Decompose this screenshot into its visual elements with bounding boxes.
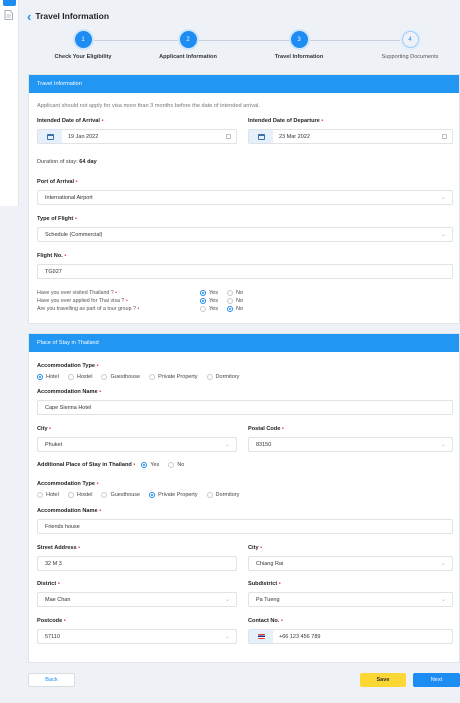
radio-guesthouse[interactable]: Guesthouse bbox=[101, 492, 140, 498]
flight-type-select[interactable]: Schedule (Commercial) ⌄ bbox=[37, 227, 453, 242]
accommodation-type-label-2: Accommodation Type • bbox=[37, 481, 99, 487]
street-address-label: Street Address • bbox=[37, 545, 81, 551]
radio-yes[interactable]: Yes bbox=[200, 290, 218, 296]
district-select[interactable]: Mae Chan ⌄ bbox=[37, 592, 237, 607]
page-title: Travel Information bbox=[35, 11, 110, 21]
radio-no[interactable]: No bbox=[226, 298, 243, 304]
place-of-stay-card: Place of Stay in Thailand Accommodation … bbox=[28, 333, 460, 663]
flight-no-input[interactable]: TG927 bbox=[37, 264, 453, 279]
question-tour-group: Are you travelling as part of a tour gro… bbox=[37, 306, 244, 312]
save-button[interactable]: Save bbox=[360, 673, 406, 687]
duration-of-stay: Duration of stay: 64 day bbox=[37, 159, 97, 165]
city-label-2: City • bbox=[248, 545, 263, 551]
chevron-down-icon: ⌄ bbox=[440, 561, 446, 567]
step-label: Supporting Documents bbox=[381, 54, 439, 60]
contact-no-input[interactable]: +66 123 456 789 bbox=[248, 629, 453, 644]
postcode-select[interactable]: 57110 ⌄ bbox=[37, 629, 237, 644]
chevron-down-icon: ⌄ bbox=[224, 442, 230, 448]
accommodation-type-label: Accommodation Type • bbox=[37, 363, 99, 369]
district-label: District • bbox=[37, 581, 60, 587]
additional-stay-row: Additional Place of Stay in Thailand • Y… bbox=[37, 462, 185, 468]
subdistrict-select[interactable]: Pa Tueng ⌄ bbox=[248, 592, 453, 607]
port-label: Port of Arrival • bbox=[37, 179, 78, 185]
thai-flag-icon[interactable] bbox=[249, 630, 273, 643]
street-address-input[interactable]: 32 M 3 bbox=[37, 556, 237, 571]
question-applied-thai-visa: Have you ever applied for Thai visa ? • … bbox=[37, 298, 244, 304]
step-number: 3 bbox=[290, 31, 308, 48]
left-rail bbox=[0, 0, 19, 206]
postcode-label: Postcode • bbox=[37, 618, 66, 624]
radio-guesthouse[interactable]: Guesthouse bbox=[101, 374, 140, 380]
step-label: Travel Information bbox=[274, 54, 324, 60]
radio-yes[interactable]: Yes bbox=[141, 462, 159, 468]
arrival-label: Intended Date of Arrival • bbox=[37, 118, 104, 124]
step-2: 2 Applicant Information bbox=[133, 31, 243, 60]
city-label: City • bbox=[37, 426, 52, 432]
step-3: 3 Travel Information bbox=[244, 31, 354, 60]
radio-no[interactable]: No bbox=[226, 306, 243, 312]
calendar-icon[interactable] bbox=[38, 130, 62, 143]
section-header: Place of Stay in Thailand bbox=[29, 334, 459, 352]
contact-no-label: Contact No. • bbox=[248, 618, 283, 624]
subdistrict-label: Subdistrict • bbox=[248, 581, 281, 587]
chevron-left-icon[interactable]: ‹ bbox=[27, 10, 31, 23]
accommodation-type-radios-2: Hotel Hostel Guesthouse Private Property… bbox=[37, 492, 248, 498]
radio-hotel[interactable]: Hotel bbox=[37, 374, 59, 380]
document-icon[interactable] bbox=[4, 10, 13, 20]
departure-date-field[interactable]: 23 Mar 2022 bbox=[248, 129, 453, 144]
radio-dormitory[interactable]: Dormitory bbox=[206, 374, 239, 380]
calendar-small-icon bbox=[226, 134, 231, 139]
visa-note: Applicant should not apply for visa more… bbox=[37, 103, 260, 109]
city-select-2[interactable]: Chiang Rai ⌄ bbox=[248, 556, 453, 571]
step-number: 2 bbox=[179, 31, 197, 48]
radio-hostel[interactable]: Hostel bbox=[67, 374, 92, 380]
postal-code-label: Postal Code • bbox=[248, 426, 284, 432]
radio-no[interactable]: No bbox=[226, 290, 243, 296]
calendar-small-icon bbox=[442, 134, 447, 139]
accommodation-name-input-2[interactable]: Friends house bbox=[37, 519, 453, 534]
city-select[interactable]: Phuket ⌄ bbox=[37, 437, 237, 452]
step-4: 4 Supporting Documents bbox=[355, 31, 460, 60]
step-number: 1 bbox=[74, 31, 92, 48]
chevron-down-icon: ⌄ bbox=[440, 195, 446, 201]
chevron-down-icon: ⌄ bbox=[440, 442, 446, 448]
progress-stepper: 1 Check Your Eligibility 2 Applicant Inf… bbox=[28, 31, 459, 63]
port-select[interactable]: International Airport ⌄ bbox=[37, 190, 453, 205]
flight-type-label: Type of Flight • bbox=[37, 216, 77, 222]
radio-hotel[interactable]: Hotel bbox=[37, 492, 59, 498]
radio-yes[interactable]: Yes bbox=[200, 298, 218, 304]
step-1: 1 Check Your Eligibility bbox=[28, 31, 138, 60]
postal-code-select[interactable]: 83150 ⌄ bbox=[248, 437, 453, 452]
radio-dormitory[interactable]: Dormitory bbox=[206, 492, 239, 498]
back-button[interactable]: Back bbox=[28, 673, 75, 687]
next-button[interactable]: Next bbox=[413, 673, 460, 687]
radio-private-property[interactable]: Private Property bbox=[149, 374, 198, 380]
chevron-down-icon: ⌄ bbox=[224, 597, 230, 603]
departure-label: Intended Date of Departure • bbox=[248, 118, 324, 124]
chevron-down-icon: ⌄ bbox=[440, 232, 446, 238]
radio-no[interactable]: No bbox=[168, 462, 184, 468]
page-header: ‹ Travel Information bbox=[27, 8, 109, 24]
step-number: 4 bbox=[401, 31, 419, 48]
accommodation-type-radios: Hotel Hostel Guesthouse Private Property… bbox=[37, 374, 248, 380]
radio-yes[interactable]: Yes bbox=[200, 306, 218, 312]
question-visited-thailand: Have you ever visited Thailand ? • Yes N… bbox=[37, 290, 244, 296]
menu-icon[interactable] bbox=[3, 0, 16, 6]
travel-information-card: Travel Information Applicant should not … bbox=[28, 74, 460, 324]
step-label: Check Your Eligibility bbox=[54, 54, 112, 60]
accommodation-name-label-2: Accommodation Name • bbox=[37, 508, 102, 514]
calendar-icon[interactable] bbox=[249, 130, 273, 143]
arrival-date-field[interactable]: 19 Jan 2022 bbox=[37, 129, 237, 144]
chevron-down-icon: ⌄ bbox=[224, 634, 230, 640]
accommodation-name-label: Accommodation Name • bbox=[37, 389, 102, 395]
section-header: Travel Information bbox=[29, 75, 459, 93]
radio-hostel[interactable]: Hostel bbox=[67, 492, 92, 498]
accommodation-name-input[interactable]: Cape Sienna Hotel bbox=[37, 400, 453, 415]
radio-private-property[interactable]: Private Property bbox=[149, 492, 198, 498]
flight-no-label: Flight No. • bbox=[37, 253, 67, 259]
chevron-down-icon: ⌄ bbox=[440, 597, 446, 603]
step-label: Applicant Information bbox=[159, 54, 217, 60]
